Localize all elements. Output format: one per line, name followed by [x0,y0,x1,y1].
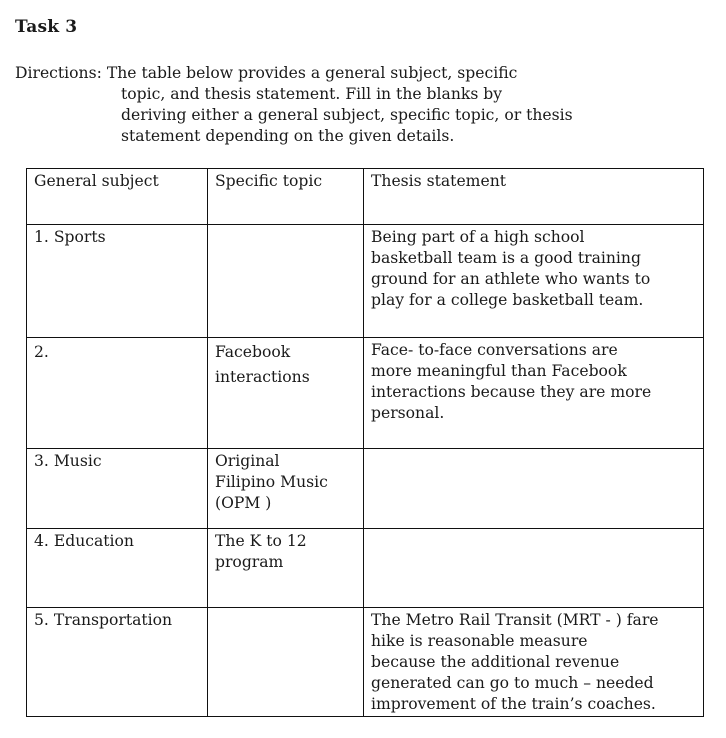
directions-line-1: Directions: The table below provides a g… [15,64,518,82]
table-row: 3. Music Original Filipino Music (OPM ) [26,448,704,529]
thesis-statement-blank[interactable] [363,528,704,608]
thesis-statement-blank[interactable] [363,448,704,529]
general-subject-cell: 5. Transportation [26,607,208,717]
specific-topic-blank[interactable] [207,224,364,338]
task-title: Task 3 [15,17,78,37]
header-specific-topic: Specific topic [207,168,364,225]
directions-label: Directions: [15,64,102,82]
specific-topic-cell: The K to 12 program [207,528,364,608]
specific-topic-blank[interactable] [207,607,364,717]
task-table: General subject Specific topic Thesis st… [26,168,704,717]
thesis-statement-cell: The Metro Rail Transit (MRT - ) fare hik… [363,607,704,717]
general-subject-blank[interactable]: 2. [26,337,208,449]
table-header-row: General subject Specific topic Thesis st… [26,168,704,225]
table-row: 1. Sports Being part of a high school ba… [26,224,704,338]
directions: Directions: The table below provides a g… [15,63,573,147]
directions-line-3: deriving either a general subject, speci… [121,106,573,124]
general-subject-cell: 1. Sports [26,224,208,338]
thesis-statement-cell: Being part of a high school basketball t… [363,224,704,338]
directions-line-2: topic, and thesis statement. Fill in the… [121,85,503,103]
general-subject-cell: 3. Music [26,448,208,529]
table-row: 4. Education The K to 12 program [26,528,704,608]
header-thesis-statement: Thesis statement [363,168,704,225]
specific-topic-cell: Original Filipino Music (OPM ) [207,448,364,529]
general-subject-cell: 4. Education [26,528,208,608]
table-row: 2. Facebook interactions Face- to-face c… [26,337,704,449]
specific-topic-cell: Facebook interactions [207,337,364,449]
table-row: 5. Transportation The Metro Rail Transit… [26,607,704,717]
header-general-subject: General subject [26,168,208,225]
directions-line-4: statement depending on the given details… [121,127,455,145]
thesis-statement-cell: Face- to-face conversations are more mea… [363,337,704,449]
